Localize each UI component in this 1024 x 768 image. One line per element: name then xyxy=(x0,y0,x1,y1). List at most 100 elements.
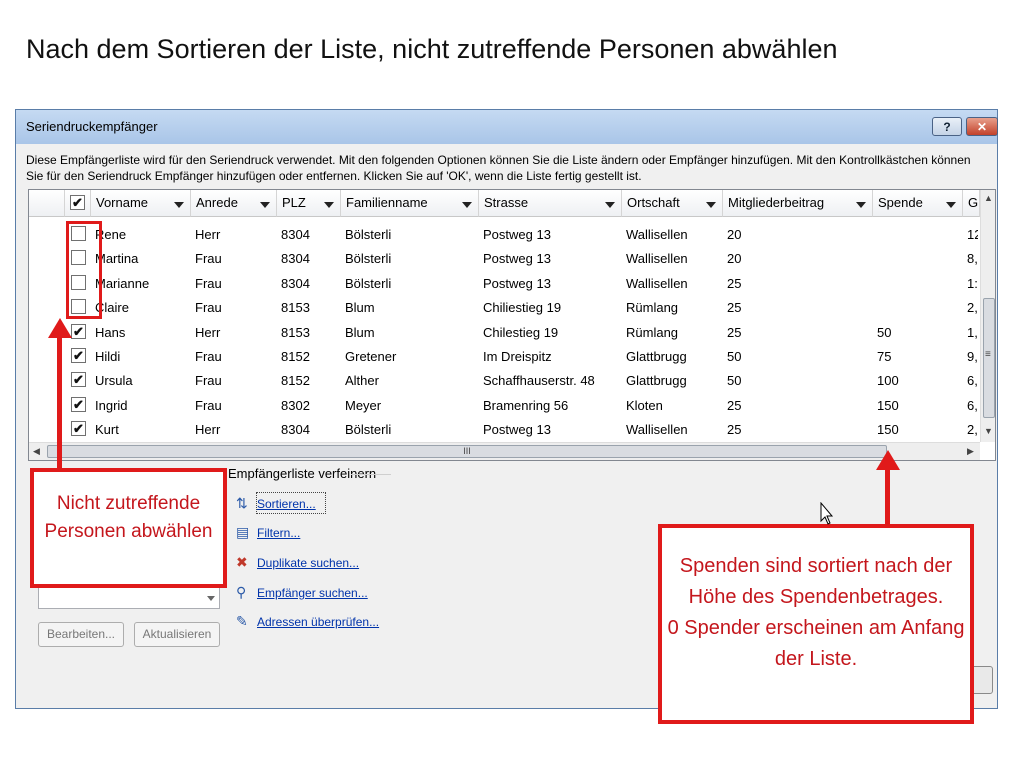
arrow-right-shaft xyxy=(885,470,890,524)
table-row[interactable]: Kurt Herr 8304 Bölsterli Postweg 13 Wallisell… xyxy=(29,418,979,442)
chevron-down-icon[interactable] xyxy=(462,202,472,208)
find-recipient-link[interactable]: ⚲ Empfänger suchen... xyxy=(236,584,368,601)
sort-link-label[interactable]: Sortieren... xyxy=(257,497,316,511)
table-row[interactable]: Ursula Frau 8152 Alther Schaffhauserstr. 48 G… xyxy=(29,369,979,393)
horizontal-scroll-thumb[interactable]: III xyxy=(47,445,887,458)
filter-link-label[interactable]: Filtern... xyxy=(257,526,300,540)
data-source-combo[interactable] xyxy=(38,587,220,609)
cell-g: 1, xyxy=(967,324,978,340)
row-checkbox[interactable] xyxy=(71,421,86,437)
chevron-down-icon[interactable] xyxy=(946,202,956,208)
column-header-vorname[interactable]: Vorname xyxy=(91,190,191,217)
column-header-spende[interactable]: Spende xyxy=(873,190,963,217)
row-checkbox[interactable] xyxy=(71,396,86,412)
cell-plz: 8304 xyxy=(281,251,310,267)
chevron-down-icon[interactable] xyxy=(174,202,184,208)
dialog-description: Diese Empfängerliste wird für den Serien… xyxy=(26,153,971,183)
cell-plz: 8304 xyxy=(281,422,310,438)
cell-beitrag: 50 xyxy=(727,373,742,389)
refine-divider xyxy=(351,474,391,475)
cell-anrede: Herr xyxy=(195,227,221,242)
cell-familienname: Alther xyxy=(345,373,379,389)
table-row[interactable]: Marianne Frau 8304 Bölsterli Postweg 13 Walli… xyxy=(29,272,979,296)
table-row[interactable]: Ingrid Frau 8302 Meyer Bramenring 56 Kloten 25… xyxy=(29,394,979,418)
column-header-familienname[interactable]: Familienname xyxy=(341,190,479,217)
sort-link[interactable]: ⇅ Sortieren... xyxy=(236,495,316,512)
chevron-down-icon xyxy=(207,596,215,601)
cell-strasse: Postweg 13 xyxy=(483,275,551,291)
cell-plz: 8153 xyxy=(281,300,310,316)
dialog-titlebar: Seriendruckempfänger ? ✕ xyxy=(16,110,998,144)
cell-g: 1: xyxy=(967,275,978,291)
column-header-label: Spende xyxy=(878,195,923,210)
column-header-label: PLZ xyxy=(282,195,306,210)
column-header-label: Strasse xyxy=(484,195,529,210)
cell-spende: 150 xyxy=(877,422,899,438)
cell-anrede: Herr xyxy=(195,324,221,340)
row-checkbox[interactable] xyxy=(71,372,86,388)
vertical-scrollbar[interactable]: ▲ ≡ ▼ xyxy=(980,190,995,442)
chevron-down-icon[interactable] xyxy=(260,202,270,208)
chevron-down-icon[interactable] xyxy=(706,202,716,208)
sort-az-icon: ⇅ xyxy=(236,495,248,511)
cell-vorname: Ingrid xyxy=(95,397,128,413)
table-row[interactable]: Claire Frau 8153 Blum Chiliestieg 19 Rümlang 2… xyxy=(29,296,979,320)
column-header-anrede[interactable]: Anrede xyxy=(191,190,277,217)
vertical-scroll-thumb[interactable]: ≡ xyxy=(983,298,995,418)
duplicates-link-label[interactable]: Duplikate suchen... xyxy=(257,556,359,570)
validate-addresses-link-label[interactable]: Adressen überprüfen... xyxy=(257,615,379,629)
column-header-ortschaft[interactable]: Ortschaft xyxy=(622,190,723,217)
scroll-left-icon[interactable]: ◀ xyxy=(33,446,40,457)
cell-plz: 8304 xyxy=(281,275,310,291)
cell-anrede: Frau xyxy=(195,397,222,413)
arrow-left-shaft xyxy=(57,338,62,468)
chevron-down-icon[interactable] xyxy=(605,202,615,208)
cell-g: 6, xyxy=(967,373,978,389)
mouse-cursor-icon xyxy=(820,502,834,525)
row-checkbox[interactable] xyxy=(71,348,86,363)
cell-ortschaft: Wallisellen xyxy=(626,227,688,242)
table-row[interactable]: Rene Herr 8304 Bölsterli Postweg 13 Wallisell… xyxy=(29,223,979,247)
horizontal-scrollbar[interactable]: ◀ III ▶ xyxy=(29,442,980,460)
chevron-down-icon[interactable] xyxy=(856,202,866,208)
column-header-g[interactable]: G xyxy=(963,190,980,217)
cell-beitrag: 20 xyxy=(727,251,742,267)
cell-plz: 8304 xyxy=(281,227,310,242)
table-row[interactable]: Hildi Frau 8152 Gretener Im Dreispitz Glattbr… xyxy=(29,345,979,369)
duplicates-link[interactable]: ✖ Duplikate suchen... xyxy=(236,554,359,571)
dialog-title: Seriendruckempfänger xyxy=(26,119,158,134)
chevron-down-icon[interactable] xyxy=(324,202,334,208)
help-button[interactable]: ? xyxy=(932,117,962,136)
callout-deselect: Nicht zutreffende Personen abwählen xyxy=(30,468,227,588)
scroll-down-icon[interactable]: ▼ xyxy=(984,426,993,436)
cell-beitrag: 25 xyxy=(727,397,742,413)
cell-ortschaft: Wallisellen xyxy=(626,275,688,291)
cell-ortschaft: Wallisellen xyxy=(626,422,688,438)
scroll-right-icon[interactable]: ▶ xyxy=(967,446,974,457)
row-checkbox[interactable] xyxy=(71,323,86,339)
filter-link[interactable]: ▤ Filtern... xyxy=(236,524,300,541)
column-header-beitrag[interactable]: Mitgliederbeitrag xyxy=(723,190,873,217)
cell-g: 12 xyxy=(967,227,978,242)
cell-vorname: Ursula xyxy=(95,373,133,389)
close-button[interactable]: ✕ xyxy=(966,117,998,136)
cell-plz: 8302 xyxy=(281,397,310,413)
cell-ortschaft: Wallisellen xyxy=(626,251,688,267)
table-row[interactable]: Hans Herr 8153 Blum Chilestieg 19 Rümlang 25 50… xyxy=(29,321,979,345)
column-header-plz[interactable]: PLZ xyxy=(277,190,341,217)
scroll-up-icon[interactable]: ▲ xyxy=(984,193,993,203)
cell-anrede: Frau xyxy=(195,300,222,316)
cell-anrede: Frau xyxy=(195,373,222,389)
refresh-button[interactable]: Aktualisieren xyxy=(134,622,220,647)
column-header-label: Anrede xyxy=(196,195,238,210)
table-row[interactable]: Martina Frau 8304 Bölsterli Postweg 13 Wallis… xyxy=(29,247,979,271)
slide-title: Nach dem Sortieren der Liste, nicht zutr… xyxy=(26,34,838,64)
validate-addresses-link[interactable]: ✎ Adressen überprüfen... xyxy=(236,613,379,630)
column-header-strasse[interactable]: Strasse xyxy=(479,190,622,217)
cell-familienname: Bölsterli xyxy=(345,251,392,267)
cell-vorname: Marianne xyxy=(95,275,150,291)
cell-strasse: Postweg 13 xyxy=(483,251,551,267)
find-recipient-link-label[interactable]: Empfänger suchen... xyxy=(257,586,368,600)
edit-button[interactable]: Bearbeiten... xyxy=(38,622,124,647)
select-all-checkbox[interactable] xyxy=(70,195,85,210)
